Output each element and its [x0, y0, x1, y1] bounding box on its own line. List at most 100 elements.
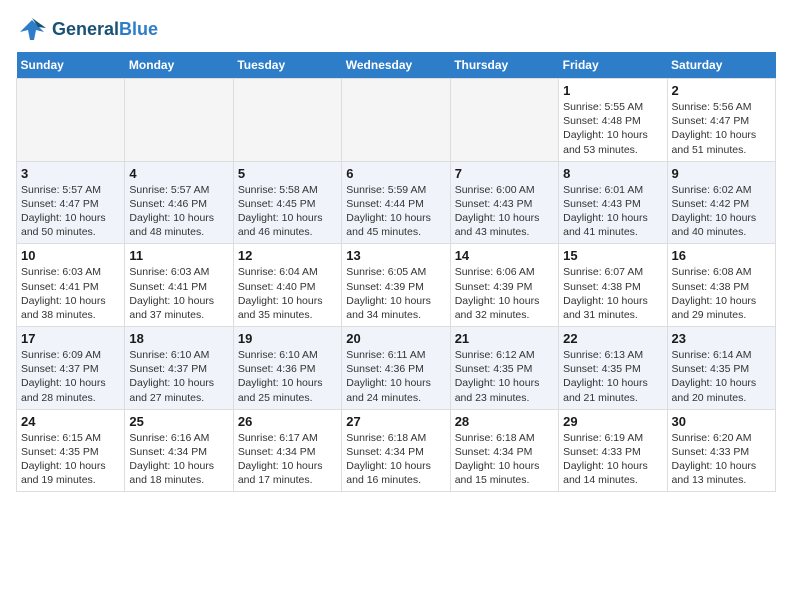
day-info: Sunrise: 6:19 AMSunset: 4:33 PMDaylight:…	[563, 431, 662, 488]
weekday-header-friday: Friday	[559, 52, 667, 79]
calendar-cell-28: 28 Sunrise: 6:18 AMSunset: 4:34 PMDayligh…	[450, 409, 558, 492]
calendar-cell-11: 11Sunrise: 6:03 AMSunset: 4:41 PMDayligh…	[125, 244, 233, 327]
page-header: GeneralBlue	[16, 16, 776, 44]
day-number: 12	[238, 248, 337, 263]
day-info: Sunrise: 5:56 AMSunset: 4:47 PMDaylight:…	[672, 100, 771, 157]
day-number: 28	[455, 414, 554, 429]
calendar-cell-empty	[233, 79, 341, 162]
day-number: 24	[21, 414, 120, 429]
day-info: Sunrise: 6:17 AMSunset: 4:34 PMDaylight:…	[238, 431, 337, 488]
day-info: Sunrise: 5:58 AMSunset: 4:45 PMDaylight:…	[238, 183, 337, 240]
calendar-cell-25: 25 Sunrise: 6:16 AMSunset: 4:34 PMDayligh…	[125, 409, 233, 492]
calendar-cell-2: 2 Sunrise: 5:56 AMSunset: 4:47 PMDaylight…	[667, 79, 775, 162]
calendar-cell-14: 14 Sunrise: 6:06 AMSunset: 4:39 PMDayligh…	[450, 244, 558, 327]
calendar-cell-21: 21 Sunrise: 6:12 AMSunset: 4:35 PMDayligh…	[450, 327, 558, 410]
day-number: 17	[21, 331, 120, 346]
day-info: Sunrise: 6:10 AMSunset: 4:37 PMDaylight:…	[129, 348, 228, 405]
calendar-cell-20: 20 Sunrise: 6:11 AMSunset: 4:36 PMDayligh…	[342, 327, 450, 410]
logo: GeneralBlue	[16, 16, 158, 44]
day-info: Sunrise: 6:11 AMSunset: 4:36 PMDaylight:…	[346, 348, 445, 405]
calendar-cell-5: 5Sunrise: 5:58 AMSunset: 4:45 PMDaylight…	[233, 161, 341, 244]
calendar-row-1: 1Sunrise: 5:55 AMSunset: 4:48 PMDaylight…	[17, 79, 776, 162]
day-info: Sunrise: 6:18 AMSunset: 4:34 PMDaylight:…	[455, 431, 554, 488]
calendar-cell-26: 26 Sunrise: 6:17 AMSunset: 4:34 PMDayligh…	[233, 409, 341, 492]
calendar-cell-13: 13 Sunrise: 6:05 AMSunset: 4:39 PMDayligh…	[342, 244, 450, 327]
day-number: 18	[129, 331, 228, 346]
day-info: Sunrise: 6:14 AMSunset: 4:35 PMDaylight:…	[672, 348, 771, 405]
weekday-header-saturday: Saturday	[667, 52, 775, 79]
day-number: 11	[129, 248, 228, 263]
calendar-row-5: 24Sunrise: 6:15 AMSunset: 4:35 PMDayligh…	[17, 409, 776, 492]
day-info: Sunrise: 5:59 AMSunset: 4:44 PMDaylight:…	[346, 183, 445, 240]
day-number: 22	[563, 331, 662, 346]
day-info: Sunrise: 6:02 AMSunset: 4:42 PMDaylight:…	[672, 183, 771, 240]
day-info: Sunrise: 6:20 AMSunset: 4:33 PMDaylight:…	[672, 431, 771, 488]
calendar-cell-16: 16 Sunrise: 6:08 AMSunset: 4:38 PMDayligh…	[667, 244, 775, 327]
calendar-table: SundayMondayTuesdayWednesdayThursdayFrid…	[16, 52, 776, 492]
day-number: 27	[346, 414, 445, 429]
day-number: 8	[563, 166, 662, 181]
day-number: 15	[563, 248, 662, 263]
calendar-cell-30: 30 Sunrise: 6:20 AMSunset: 4:33 PMDayligh…	[667, 409, 775, 492]
day-info: Sunrise: 6:03 AMSunset: 4:41 PMDaylight:…	[21, 265, 120, 322]
day-number: 23	[672, 331, 771, 346]
calendar-cell-4: 4 Sunrise: 5:57 AMSunset: 4:46 PMDaylight…	[125, 161, 233, 244]
calendar-cell-empty	[450, 79, 558, 162]
day-number: 30	[672, 414, 771, 429]
weekday-header-monday: Monday	[125, 52, 233, 79]
day-info: Sunrise: 6:12 AMSunset: 4:35 PMDaylight:…	[455, 348, 554, 405]
day-number: 21	[455, 331, 554, 346]
calendar-cell-7: 7Sunrise: 6:00 AMSunset: 4:43 PMDaylight…	[450, 161, 558, 244]
day-number: 26	[238, 414, 337, 429]
calendar-cell-19: 19Sunrise: 6:10 AMSunset: 4:36 PMDayligh…	[233, 327, 341, 410]
calendar-cell-6: 6 Sunrise: 5:59 AMSunset: 4:44 PMDaylight…	[342, 161, 450, 244]
day-info: Sunrise: 6:04 AMSunset: 4:40 PMDaylight:…	[238, 265, 337, 322]
calendar-cell-8: 8 Sunrise: 6:01 AMSunset: 4:43 PMDaylight…	[559, 161, 667, 244]
calendar-cell-empty	[342, 79, 450, 162]
calendar-cell-1: 1Sunrise: 5:55 AMSunset: 4:48 PMDaylight…	[559, 79, 667, 162]
day-number: 3	[21, 166, 120, 181]
calendar-cell-9: 9Sunrise: 6:02 AMSunset: 4:42 PMDaylight…	[667, 161, 775, 244]
weekday-header-sunday: Sunday	[17, 52, 125, 79]
logo-icon	[16, 16, 48, 44]
day-number: 14	[455, 248, 554, 263]
day-info: Sunrise: 5:57 AMSunset: 4:46 PMDaylight:…	[129, 183, 228, 240]
day-info: Sunrise: 5:57 AMSunset: 4:47 PMDaylight:…	[21, 183, 120, 240]
day-info: Sunrise: 6:07 AMSunset: 4:38 PMDaylight:…	[563, 265, 662, 322]
calendar-cell-empty	[125, 79, 233, 162]
day-info: Sunrise: 6:09 AMSunset: 4:37 PMDaylight:…	[21, 348, 120, 405]
day-number: 10	[21, 248, 120, 263]
day-number: 4	[129, 166, 228, 181]
day-number: 2	[672, 83, 771, 98]
weekday-header-row: SundayMondayTuesdayWednesdayThursdayFrid…	[17, 52, 776, 79]
weekday-header-tuesday: Tuesday	[233, 52, 341, 79]
day-info: Sunrise: 6:18 AMSunset: 4:34 PMDaylight:…	[346, 431, 445, 488]
calendar-row-4: 17 Sunrise: 6:09 AMSunset: 4:37 PMDayligh…	[17, 327, 776, 410]
calendar-cell-empty	[17, 79, 125, 162]
day-info: Sunrise: 6:16 AMSunset: 4:34 PMDaylight:…	[129, 431, 228, 488]
calendar-cell-12: 12 Sunrise: 6:04 AMSunset: 4:40 PMDayligh…	[233, 244, 341, 327]
calendar-cell-17: 17 Sunrise: 6:09 AMSunset: 4:37 PMDayligh…	[17, 327, 125, 410]
calendar-cell-15: 15 Sunrise: 6:07 AMSunset: 4:38 PMDayligh…	[559, 244, 667, 327]
day-number: 16	[672, 248, 771, 263]
day-info: Sunrise: 6:00 AMSunset: 4:43 PMDaylight:…	[455, 183, 554, 240]
day-number: 1	[563, 83, 662, 98]
day-info: Sunrise: 6:08 AMSunset: 4:38 PMDaylight:…	[672, 265, 771, 322]
weekday-header-wednesday: Wednesday	[342, 52, 450, 79]
calendar-cell-29: 29 Sunrise: 6:19 AMSunset: 4:33 PMDayligh…	[559, 409, 667, 492]
calendar-cell-23: 23 Sunrise: 6:14 AMSunset: 4:35 PMDayligh…	[667, 327, 775, 410]
day-info: Sunrise: 6:01 AMSunset: 4:43 PMDaylight:…	[563, 183, 662, 240]
day-info: Sunrise: 6:06 AMSunset: 4:39 PMDaylight:…	[455, 265, 554, 322]
day-number: 6	[346, 166, 445, 181]
calendar-cell-3: 3 Sunrise: 5:57 AMSunset: 4:47 PMDaylight…	[17, 161, 125, 244]
day-number: 29	[563, 414, 662, 429]
logo-text: GeneralBlue	[52, 20, 158, 40]
day-info: Sunrise: 6:05 AMSunset: 4:39 PMDaylight:…	[346, 265, 445, 322]
day-number: 19	[238, 331, 337, 346]
calendar-cell-27: 27 Sunrise: 6:18 AMSunset: 4:34 PMDayligh…	[342, 409, 450, 492]
day-number: 25	[129, 414, 228, 429]
day-number: 13	[346, 248, 445, 263]
weekday-header-thursday: Thursday	[450, 52, 558, 79]
day-number: 20	[346, 331, 445, 346]
calendar-cell-22: 22Sunrise: 6:13 AMSunset: 4:35 PMDayligh…	[559, 327, 667, 410]
